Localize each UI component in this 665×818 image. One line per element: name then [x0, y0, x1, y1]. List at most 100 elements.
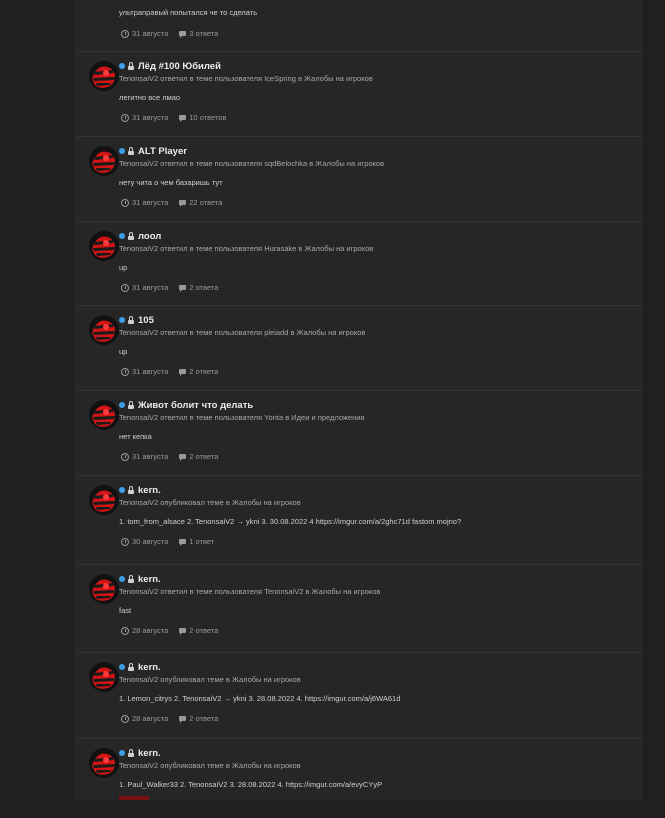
reply-count[interactable]: 10 ответов [189, 113, 226, 122]
date-stat: 30 августа [121, 537, 168, 546]
feed-item[interactable]: kern. TenonsaiV2 опубликовал теме в Жалоб… [76, 738, 641, 818]
clock-icon [121, 452, 129, 461]
lock-icon [128, 749, 134, 757]
feed-item[interactable]: лоол TenonsaiV2 ответил в теме пользовате… [76, 221, 641, 306]
clock-icon [121, 626, 129, 635]
online-dot-icon [119, 317, 125, 323]
replies-stat[interactable]: 2 ответа [179, 452, 218, 461]
post-excerpt[interactable]: up [119, 347, 127, 356]
activity-meta[interactable]: TenonsaiV2 ответил в теме пользователя I… [119, 74, 373, 83]
topic-title[interactable]: Живот болит что делать [138, 400, 253, 411]
avatar-icon[interactable] [89, 146, 119, 176]
replies-stat[interactable]: 10 ответов [179, 113, 226, 122]
post-date: 31 августа [132, 367, 169, 376]
post-excerpt[interactable]: 1. Lemon_citrys 2. TenonsaiV2 → ykni 3. … [119, 694, 400, 703]
activity-meta[interactable]: TenonsaiV2 опубликовал теме в Жалобы на … [119, 675, 301, 684]
feed-item[interactable]: Живот болит что делать TenonsaiV2 ответил… [76, 390, 641, 476]
topic-title[interactable]: kern. [138, 574, 161, 585]
replies-stat[interactable]: 1 ответ [179, 537, 214, 546]
replies-stat[interactable]: 22 ответа [179, 198, 222, 207]
activity-panel: ультраправый попытался че то сделать 31 а… [75, 0, 642, 800]
replies-stat[interactable]: 2 ответа [179, 367, 218, 376]
online-dot-icon [119, 402, 125, 408]
post-excerpt[interactable]: ультраправый попытался че то сделать [119, 8, 257, 17]
reply-count[interactable]: 1 ответ [189, 537, 214, 546]
replies-stat[interactable]: 2 ответа [179, 626, 218, 635]
post-excerpt[interactable]: легитно все лмао [119, 93, 180, 102]
date-stat: 31 августа [121, 113, 168, 122]
activity-meta[interactable]: TenonsaiV2 ответил в теме пользователя H… [119, 244, 373, 253]
activity-meta[interactable]: TenonsaiV2 опубликовал теме в Жалобы на … [119, 498, 301, 507]
item-title-row: kern. [119, 747, 161, 759]
feed-item[interactable]: kern. TenonsaiV2 опубликовал теме в Жалоб… [76, 652, 641, 739]
lock-icon [128, 401, 134, 409]
reply-count[interactable]: 2 ответа [189, 714, 218, 723]
replies-stat[interactable]: 2 ответа [179, 283, 218, 292]
feed-item[interactable]: kern. TenonsaiV2 опубликовал теме в Жалоб… [76, 475, 641, 565]
topic-title[interactable]: kern. [138, 748, 161, 759]
activity-meta[interactable]: TenonsaiV2 ответил в теме пользователя T… [119, 587, 380, 596]
topic-title[interactable]: kern. [138, 485, 161, 496]
reply-count[interactable]: 2 ответа [189, 452, 218, 461]
item-title-row: Лёд #100 Юбилей [119, 60, 221, 72]
post-date: 30 августа [132, 537, 169, 546]
date-stat: 28 августа [121, 626, 168, 635]
activity-meta[interactable]: TenonsaiV2 ответил в теме пользователя p… [119, 328, 365, 337]
replies-stat[interactable]: 3 ответа [179, 29, 218, 38]
post-date: 31 августа [132, 29, 169, 38]
avatar-icon[interactable] [89, 61, 119, 91]
post-date: 28 августа [132, 714, 169, 723]
post-excerpt[interactable]: 1. Paul_Walker33 2. TenonsaiV2 3. 28.08.… [119, 780, 382, 789]
post-excerpt[interactable]: fast [119, 606, 131, 615]
lock-icon [128, 575, 134, 583]
feed-item[interactable]: kern. TenonsaiV2 ответил в теме пользоват… [76, 564, 641, 653]
item-title-row: Живот болит что делать [119, 399, 253, 411]
avatar-icon[interactable] [89, 231, 119, 261]
feed-item[interactable]: ALT Player TenonsaiV2 ответил в теме поль… [76, 136, 641, 222]
post-date: 31 августа [132, 113, 169, 122]
item-title-row: лоол [119, 230, 161, 242]
avatar-icon[interactable] [89, 400, 119, 430]
lock-icon [128, 62, 134, 70]
lock-icon [128, 147, 134, 155]
avatar-icon[interactable] [89, 662, 119, 692]
topic-title[interactable]: kern. [138, 662, 161, 673]
activity-meta[interactable]: TenonsaiV2 ответил в теме пользователя s… [119, 159, 384, 168]
feed-item[interactable]: Лёд #100 Юбилей TenonsaiV2 ответил в теме… [76, 51, 641, 137]
lock-icon [128, 232, 134, 240]
avatar-icon[interactable] [89, 315, 119, 345]
avatar-icon[interactable] [89, 485, 119, 515]
comment-icon [179, 369, 187, 376]
post-excerpt[interactable]: up [119, 263, 127, 272]
reply-count[interactable]: 2 ответа [189, 367, 218, 376]
topic-title[interactable]: лоол [138, 231, 161, 242]
comment-icon [179, 285, 187, 292]
activity-meta[interactable]: TenonsaiV2 опубликовал теме в Жалобы на … [119, 761, 301, 770]
post-excerpt[interactable]: нету чита о чем базаришь тут [119, 178, 223, 187]
reply-count[interactable]: 2 ответа [189, 626, 218, 635]
feed-item[interactable]: 105 TenonsaiV2 ответил в теме пользовател… [76, 305, 641, 391]
post-excerpt[interactable]: 1. tom_from_alsace 2. TenonsaiV2 → ykni … [119, 517, 461, 526]
reply-count[interactable]: 2 ответа [189, 283, 218, 292]
reply-count[interactable]: 22 ответа [189, 198, 222, 207]
topic-title[interactable]: Лёд #100 Юбилей [138, 61, 221, 72]
lock-icon [128, 486, 134, 494]
activity-meta[interactable]: TenonsaiV2 ответил в теме пользователя Y… [119, 413, 365, 422]
comment-icon [179, 31, 187, 38]
avatar-icon[interactable] [89, 748, 119, 778]
feed-item[interactable]: ультраправый попытался че то сделать 31 а… [76, 0, 641, 52]
clock-icon [121, 367, 129, 376]
topic-title[interactable]: ALT Player [138, 146, 187, 157]
comment-icon [179, 115, 187, 122]
replies-stat[interactable]: 2 ответа [179, 714, 218, 723]
reply-count[interactable]: 3 ответа [189, 29, 218, 38]
item-title-row: ALT Player [119, 145, 187, 157]
post-excerpt[interactable]: нет кепка [119, 432, 152, 441]
topic-title[interactable]: 105 [138, 315, 154, 326]
online-dot-icon [119, 576, 125, 582]
item-stats: 31 августа 2 ответа [121, 283, 229, 292]
date-stat: 31 августа [121, 452, 168, 461]
avatar-edge [119, 796, 149, 800]
avatar-icon[interactable] [89, 574, 119, 604]
item-stats: 28 августа 2 ответа [121, 626, 229, 635]
